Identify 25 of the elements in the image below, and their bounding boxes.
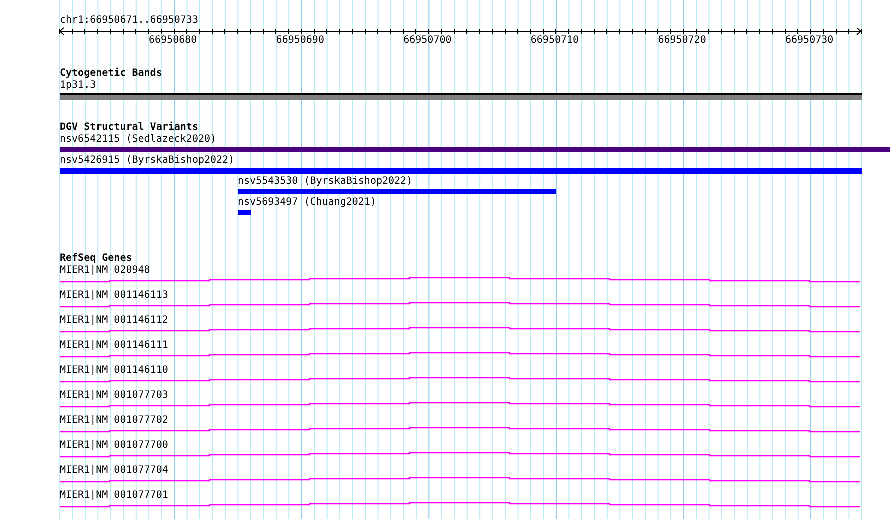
tick-label: 66950700 (404, 35, 452, 47)
gene-label: MIER1|NM_001146112 (60, 315, 168, 327)
variant-label: nsv5693497 (Chuang2021) (238, 197, 376, 209)
gene-label: MIER1|NM_001077701 (60, 490, 168, 502)
track-title: DGV Structural Variants (60, 122, 198, 134)
gene-label: MIER1|NM_001146111 (60, 340, 168, 352)
tick-label: 66950710 (530, 35, 580, 47)
gene-label: MIER1|NM_001077700 (60, 440, 168, 452)
tick-label: 66950730 (786, 35, 834, 47)
gene-label: MIER1|NM_020948 (60, 265, 150, 277)
gene-label: MIER1|NM_001077703 (60, 390, 168, 402)
gene-label: MIER1|NM_001146113 (60, 290, 168, 302)
band-label: 1p31.3 (60, 80, 98, 92)
tick-label: 66950690 (276, 35, 324, 47)
gene-label: MIER1|NM_001146110 (60, 365, 168, 377)
gene-label: MIER1|NM_001077704 (60, 465, 168, 477)
tick-label: 66950680 (149, 35, 198, 47)
track-title: RefSeq Genes (60, 253, 132, 265)
tick-label: 66950720 (658, 35, 706, 47)
variant-label: nsv5426915 (ByrskaBishop2022) (60, 155, 235, 167)
track-title: Cytogenetic Bands (60, 68, 162, 80)
gene-label: MIER1|NM_001077702 (60, 415, 168, 427)
variant-label: nsv5543530 (ByrskaBishop2022) (238, 176, 413, 188)
location-label: chr1:66950671..66950733 (60, 15, 198, 27)
variant-label: nsv6542115 (Sedlazeck2020) (60, 134, 217, 146)
